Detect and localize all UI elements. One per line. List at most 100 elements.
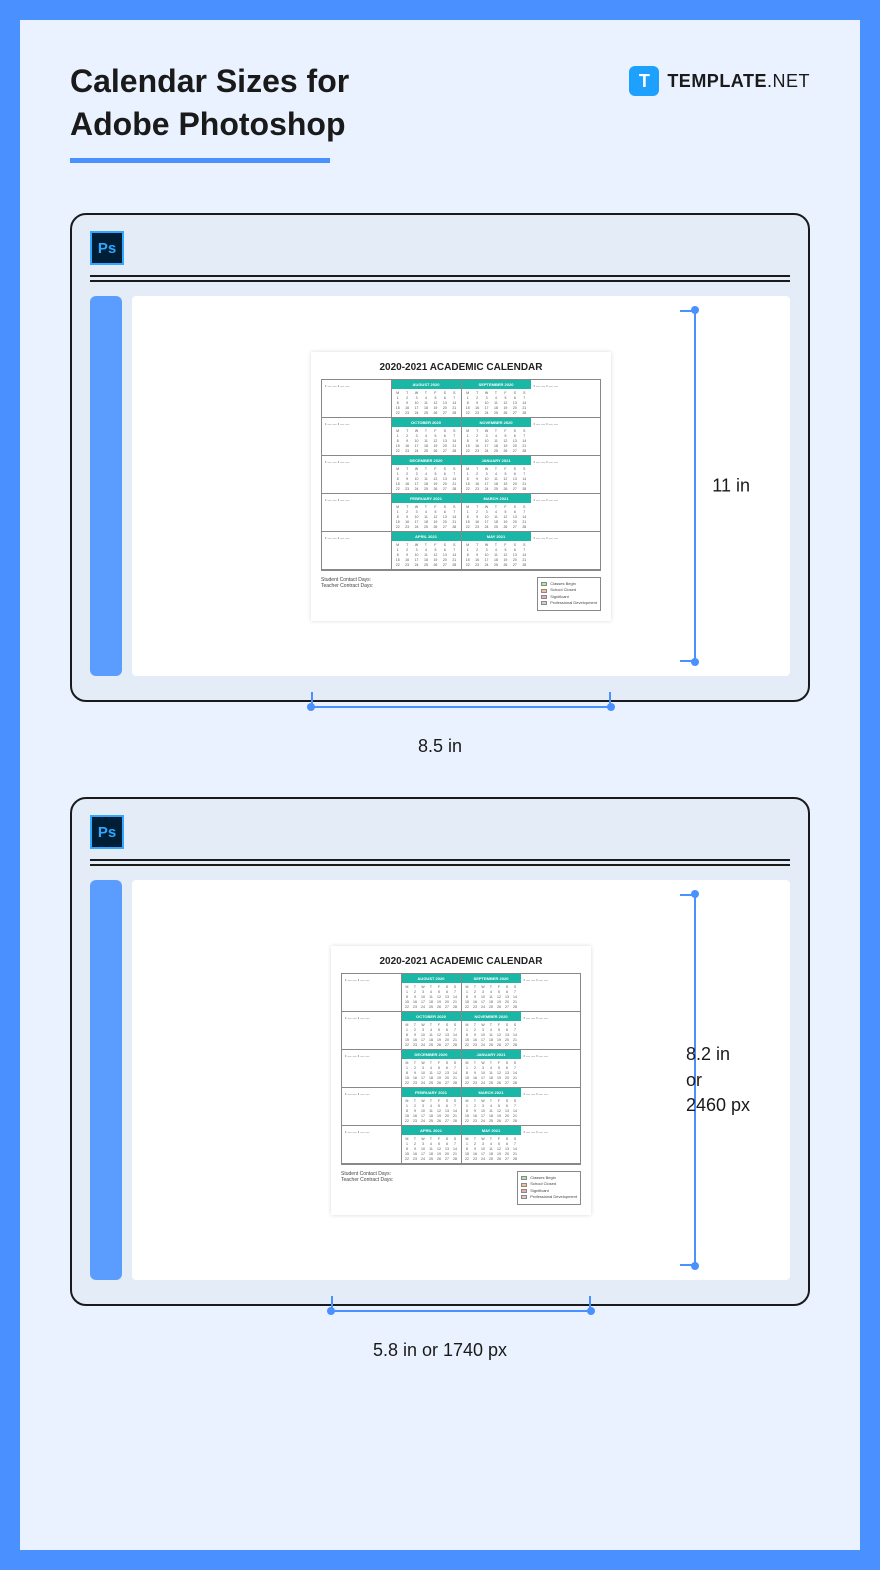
document-area: 2020-2021 ACADEMIC CALENDAR• — — • — —AU… [132,296,790,676]
month: MAY 2021MTWTFSS1234567891011121314151617… [461,1126,521,1163]
month-header: DECEMBER 2020 [392,456,461,465]
width-bracket [311,690,611,708]
month: OCTOBER 2020MTWTFSS123456789101112131415… [402,1012,461,1049]
doc-footer: Student Contact Days: Teacher Contract D… [321,577,601,611]
month-days: MTWTFSS123456789101112131415161718192021… [462,1135,521,1163]
month: APRIL 2021MTWTFSS12345678910111213141516… [402,1126,461,1163]
legend-swatch [541,589,547,593]
divider [90,864,790,866]
month-header: JANUARY 2021 [462,456,531,465]
month-pair: APRIL 2021MTWTFSS12345678910111213141516… [402,1126,521,1164]
month-header: NOVEMBER 2020 [462,418,531,427]
month-notes-right: • — — • — — [531,532,601,570]
month-header: MARCH 2021 [462,494,531,503]
footer-counts: Student Contact Days: Teacher Contract D… [341,1171,393,1205]
month: SEPTEMBER 2020MTWTFSS1234567891011121314… [461,380,531,417]
app-sidebar [90,296,122,676]
month: AUGUST 2020MTWTFSS1234567891011121314151… [402,974,461,1011]
doc-footer: Student Contact Days: Teacher Contract D… [341,1171,581,1205]
width-bracket [331,1294,591,1312]
month: AUGUST 2020MTWTFSS1234567891011121314151… [392,380,461,417]
divider [90,859,790,861]
calendar-document: 2020-2021 ACADEMIC CALENDAR• — — • — —AU… [311,352,611,621]
month-days: MTWTFSS123456789101112131415161718192021… [392,465,461,493]
month-days: MTWTFSS123456789101112131415161718192021… [402,983,461,1011]
photoshop-icon: Ps [90,231,124,265]
month-notes-left: • — — • — — [342,1126,402,1164]
month: SEPTEMBER 2020MTWTFSS1234567891011121314… [461,974,521,1011]
month: APRIL 2021MTWTFSS12345678910111213141516… [392,532,461,569]
month: FEBRUARY 2021MTWTFSS12345678910111213141… [402,1088,461,1125]
month-header: SEPTEMBER 2020 [462,380,531,389]
month-header: OCTOBER 2020 [392,418,461,427]
month-header: APRIL 2021 [402,1126,461,1135]
height-bracket [678,310,696,662]
outer-frame: Calendar Sizes for Adobe Photoshop T TEM… [0,0,880,1570]
month-pair: APRIL 2021MTWTFSS12345678910111213141516… [392,532,531,570]
month-days: MTWTFSS123456789101112131415161718192021… [392,503,461,531]
page-title: Calendar Sizes for Adobe Photoshop [70,60,349,146]
legend-item: Professional Development [541,600,597,606]
template-icon: T [629,66,659,96]
month-notes-right: • — — • — — [531,456,601,494]
month-days: MTWTFSS123456789101112131415161718192021… [462,541,531,569]
legend-label: Professional Development [530,1194,577,1200]
month-days: MTWTFSS123456789101112131415161718192021… [462,1097,521,1125]
month-notes-right: • — — • — — [521,1088,581,1126]
month-header: SEPTEMBER 2020 [462,974,521,983]
legend-item: Professional Development [521,1194,577,1200]
month: DECEMBER 2020MTWTFSS12345678910111213141… [402,1050,461,1087]
month-pair: DECEMBER 2020MTWTFSS12345678910111213141… [392,456,531,494]
month-notes-left: • — — • — — [322,380,392,418]
month-pair: AUGUST 2020MTWTFSS1234567891011121314151… [392,380,531,418]
month-header: AUGUST 2020 [392,380,461,389]
month-notes-right: • — — • — — [531,494,601,532]
month-notes-left: • — — • — — [342,1088,402,1126]
month-days: MTWTFSS123456789101112131415161718192021… [392,427,461,455]
legend-swatch [541,601,547,605]
month-header: DECEMBER 2020 [402,1050,461,1059]
footer-counts: Student Contact Days: Teacher Contract D… [321,577,373,611]
canvas-row: 2020-2021 ACADEMIC CALENDAR• — — • — —AU… [90,296,790,676]
month-notes-left: • — — • — — [342,1012,402,1050]
height-label: 8.2 in or 2460 px [686,1043,750,1119]
month-days: MTWTFSS123456789101112131415161718192021… [462,1059,521,1087]
month-days: MTWTFSS123456789101112131415161718192021… [462,427,531,455]
month-header: APRIL 2021 [392,532,461,541]
title-underline [70,158,330,163]
brand-light: .NET [767,71,810,91]
brand-logo: T TEMPLATE.NET [629,66,810,96]
month-notes-right: • — — • — — [531,380,601,418]
month-notes-right: • — — • — — [521,1050,581,1088]
legend: Classes BeginSchool ClosedSignificantPro… [517,1171,581,1205]
month-header: AUGUST 2020 [402,974,461,983]
divider [90,275,790,277]
app-sidebar [90,880,122,1280]
month-pair: AUGUST 2020MTWTFSS1234567891011121314151… [402,974,521,1012]
legend-swatch [541,595,547,599]
month-pair: OCTOBER 2020MTWTFSS123456789101112131415… [392,418,531,456]
inner-panel: Calendar Sizes for Adobe Photoshop T TEM… [20,20,860,1550]
month-notes-right: • — — • — — [531,418,601,456]
height-label: 11 in [712,474,750,499]
legend-swatch [541,582,547,586]
month-days: MTWTFSS123456789101112131415161718192021… [402,1021,461,1049]
canvas-row: 2020-2021 ACADEMIC CALENDAR• — — • — —AU… [90,880,790,1280]
month-pair: FEBRUARY 2021MTWTFSS12345678910111213141… [402,1088,521,1126]
legend-swatch [521,1195,527,1199]
month-days: MTWTFSS123456789101112131415161718192021… [402,1097,461,1125]
month-pair: OCTOBER 2020MTWTFSS123456789101112131415… [402,1012,521,1050]
month-days: MTWTFSS123456789101112131415161718192021… [462,503,531,531]
month-days: MTWTFSS123456789101112131415161718192021… [462,1021,521,1049]
size-card-1: Ps 2020-2021 ACADEMIC CALENDAR • — — • — … [70,213,810,702]
divider [90,280,790,282]
month-pair: DECEMBER 2020MTWTFSS12345678910111213141… [402,1050,521,1088]
legend: Classes BeginSchool ClosedSignificantPro… [537,577,601,611]
width-label: 8.5 in [70,736,810,757]
month: NOVEMBER 2020MTWTFSS12345678910111213141… [461,418,531,455]
doc-title: 2020-2021 ACADEMIC CALENDAR [321,362,601,373]
legend-swatch [521,1183,527,1187]
month-header: FEBRUARY 2021 [402,1088,461,1097]
brand-bold: TEMPLATE [667,71,767,91]
month: OCTOBER 2020MTWTFSS123456789101112131415… [392,418,461,455]
